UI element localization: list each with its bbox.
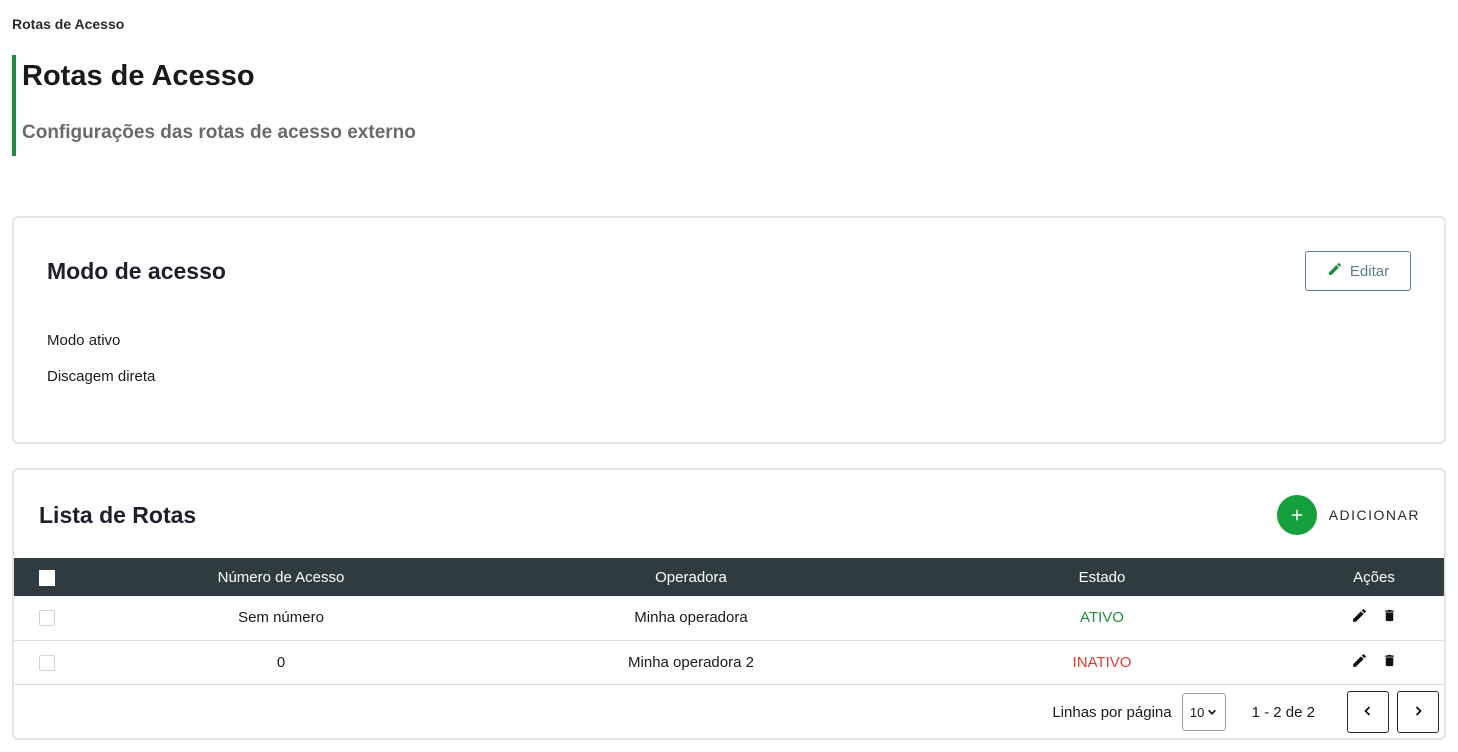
row-checkbox[interactable] (39, 610, 55, 627)
previous-page-button[interactable] (1347, 691, 1389, 733)
edit-label: Editar (1349, 262, 1390, 280)
add-route-label[interactable]: ADICIONAR (1329, 507, 1420, 523)
table-header-row: Número de Acesso Operadora Estado Ações (14, 558, 1444, 596)
mode-dial-text: Discagem direta (47, 368, 156, 385)
routes-list-title: Lista de Rotas (39, 502, 197, 528)
cell-number: Sem número (238, 609, 324, 627)
chevron-right-icon (1412, 704, 1424, 721)
chevron-left-icon (1362, 704, 1374, 721)
pencil-icon[interactable] (1351, 652, 1368, 669)
trash-icon[interactable] (1382, 652, 1397, 669)
breadcrumb: Rotas de Acesso (12, 16, 125, 32)
cell-state: ATIVO (1080, 609, 1124, 627)
rows-per-page-select[interactable]: 10 (1181, 693, 1226, 731)
table-row: Sem número Minha operadora ATIVO (14, 596, 1444, 640)
row-checkbox[interactable] (39, 654, 55, 671)
pagination: Linhas por página 10 1 - 2 de 2 (1052, 691, 1439, 733)
edit-button[interactable]: Editar (1305, 251, 1411, 291)
page-title: Rotas de Acesso (22, 60, 255, 92)
column-header-actions: Ações (1353, 568, 1395, 586)
chevron-down-icon (1207, 705, 1217, 720)
cell-operator: Minha operadora (634, 609, 748, 627)
add-route-button[interactable]: ADICIONAR (1276, 495, 1420, 535)
column-header-state[interactable]: Estado (900, 558, 1304, 596)
access-mode-title: Modo de acesso (47, 258, 226, 284)
next-page-button[interactable] (1397, 691, 1439, 733)
routes-table: Número de Acesso Operadora Estado Ações … (14, 558, 1444, 685)
rows-per-page-value: 10 (1189, 704, 1205, 720)
page-subtitle: Configurações das rotas de acesso extern… (22, 122, 416, 143)
trash-icon[interactable] (1382, 607, 1397, 624)
cell-number: 0 (276, 653, 286, 671)
row-actions (1351, 607, 1397, 624)
pagination-range: 1 - 2 de 2 (1251, 703, 1315, 721)
mode-active-text: Modo ativo (47, 332, 121, 349)
pencil-icon[interactable] (1351, 607, 1368, 624)
table-row: 0 Minha operadora 2 INATIVO (14, 640, 1444, 684)
pencil-icon (1327, 261, 1343, 281)
plus-icon[interactable] (1276, 495, 1317, 535)
select-all-checkbox[interactable] (39, 569, 55, 586)
column-header-operator[interactable]: Operadora (482, 558, 900, 596)
row-actions (1351, 652, 1397, 669)
access-mode-card: Modo de acesso Editar Modo ativo Discage… (12, 216, 1446, 444)
cell-state: INATIVO (1072, 653, 1132, 671)
rows-per-page-label: Linhas por página (1052, 703, 1172, 721)
routes-list-card: Lista de Rotas ADICIONAR Número de Acess… (12, 468, 1446, 740)
page-header: Rotas de Acesso Configurações das rotas … (12, 55, 612, 156)
column-header-number[interactable]: Número de Acesso (80, 558, 482, 596)
cell-operator: Minha operadora 2 (628, 653, 754, 671)
